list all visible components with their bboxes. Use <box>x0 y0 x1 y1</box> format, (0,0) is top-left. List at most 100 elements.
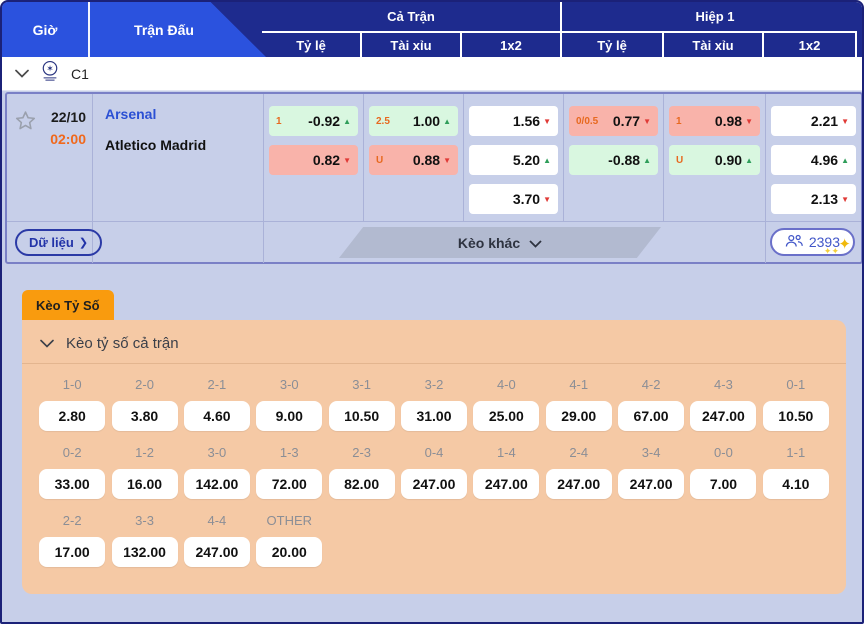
data-button[interactable]: Dữ liệu ❯ <box>15 229 102 256</box>
score-odds-button[interactable]: 31.00 <box>401 401 467 431</box>
odds-column-half-overunder: 10.98▼ U0.90▲ <box>664 94 766 221</box>
sparkle-star-icon: ✦ <box>838 237 851 252</box>
odds-cell-half-1x2-row1[interactable]: 2.21▼ <box>771 106 856 136</box>
score-odds-button[interactable]: 16.00 <box>112 469 178 499</box>
score-odds-button[interactable]: 82.00 <box>329 469 395 499</box>
score-odds-button[interactable]: 33.00 <box>39 469 105 499</box>
viewer-count-badge[interactable]: 2393 ✦ ✦✦ <box>770 228 855 256</box>
league-logo-icon: ✶ <box>40 60 60 87</box>
tab-correct-score[interactable]: Kèo Tỷ Số <box>22 290 114 320</box>
score-odds-button[interactable]: 3.80 <box>112 401 178 431</box>
up-arrow-icon: ▲ <box>841 156 849 165</box>
home-team-name[interactable]: Arsenal <box>105 107 253 121</box>
column-header-time[interactable]: Giờ <box>2 2 90 57</box>
score-label: 1-2 <box>135 445 154 460</box>
score-label: 4-4 <box>208 513 227 528</box>
odds-value: -0.88 <box>608 152 640 168</box>
column-header-match[interactable]: Trận Đấu <box>90 2 266 57</box>
up-arrow-icon: ▲ <box>745 156 753 165</box>
odds-cell-half-handicap-row1[interactable]: 0/0.50.77▼ <box>569 106 658 136</box>
score-label: 1-3 <box>280 445 299 460</box>
odds-cell-full-overunder-row2[interactable]: U0.88▼ <box>369 145 458 175</box>
score-odds-button[interactable]: 17.00 <box>39 537 105 567</box>
match-time-cell: 22/10 02:00 <box>7 94 93 221</box>
odds-column-half-1x2: 2.21▼ 4.96▲ 2.13▼ <box>766 94 861 221</box>
odds-cell-full-overunder-row1[interactable]: 2.51.00▲ <box>369 106 458 136</box>
down-arrow-icon: ▼ <box>841 195 849 204</box>
score-odds-item: 0-4 247.00 <box>398 440 470 508</box>
odds-column-half-handicap: 0/0.50.77▼ -0.88▲ <box>564 94 664 221</box>
score-odds-button[interactable]: 247.00 <box>546 469 612 499</box>
score-odds-button[interactable]: 247.00 <box>473 469 539 499</box>
score-odds-button[interactable]: 10.50 <box>763 401 829 431</box>
score-odds-button[interactable]: 247.00 <box>184 537 250 567</box>
league-row[interactable]: ✶ C1 <box>2 57 862 91</box>
down-arrow-icon: ▼ <box>343 156 351 165</box>
score-odds-item: OTHER 20.00 <box>253 508 325 576</box>
score-label: 4-1 <box>569 377 588 392</box>
score-odds-button[interactable]: 4.60 <box>184 401 250 431</box>
score-label: 1-4 <box>497 445 516 460</box>
score-odds-button[interactable]: 9.00 <box>256 401 322 431</box>
odds-cell-half-1x2-row3[interactable]: 2.13▼ <box>771 184 856 214</box>
score-odds-button[interactable]: 2.80 <box>39 401 105 431</box>
column-group-full-match: Cả Trận <box>262 2 562 31</box>
odds-cell-half-overunder-row1[interactable]: 10.98▼ <box>669 106 760 136</box>
score-label: 3-4 <box>642 445 661 460</box>
more-odds-label: Kèo khác <box>458 235 520 251</box>
favorite-star-icon[interactable] <box>13 109 38 221</box>
chevron-down-icon[interactable] <box>40 335 54 352</box>
away-team-name[interactable]: Atletico Madrid <box>105 138 253 152</box>
score-odds-button[interactable]: 20.00 <box>256 537 322 567</box>
score-odds-item: 3-4 247.00 <box>615 440 687 508</box>
score-label: 2-4 <box>569 445 588 460</box>
odds-cell-full-1x2-row3[interactable]: 3.70▼ <box>469 184 558 214</box>
match-date: 22/10 <box>50 107 86 129</box>
odds-cell-half-overunder-row2[interactable]: U0.90▲ <box>669 145 760 175</box>
score-odds-item: 1-0 2.80 <box>36 372 108 440</box>
score-odds-button[interactable]: 25.00 <box>473 401 539 431</box>
odds-cell-full-1x2-row1[interactable]: 1.56▼ <box>469 106 558 136</box>
score-odds-button[interactable]: 67.00 <box>618 401 684 431</box>
score-odds-button[interactable]: 29.00 <box>546 401 612 431</box>
odds-cell-half-1x2-row2[interactable]: 4.96▲ <box>771 145 856 175</box>
handicap-label: 0/0.5 <box>576 116 598 127</box>
header-left-tab: Giờ Trận Đấu <box>2 2 266 57</box>
score-odds-button[interactable]: 7.00 <box>690 469 756 499</box>
subcol-half-overunder: Tài xỉu <box>664 33 764 57</box>
score-odds-button[interactable]: 142.00 <box>184 469 250 499</box>
odds-cell-half-handicap-row2[interactable]: -0.88▲ <box>569 145 658 175</box>
odds-cell-full-handicap-row1[interactable]: 1-0.92▲ <box>269 106 358 136</box>
teams-cell[interactable]: Arsenal Atletico Madrid <box>93 94 264 221</box>
score-odds-item: 1-2 16.00 <box>108 440 180 508</box>
divider <box>765 222 766 263</box>
chevron-down-icon[interactable] <box>15 65 29 83</box>
score-odds-button[interactable]: 4.10 <box>763 469 829 499</box>
score-odds-button[interactable]: 247.00 <box>401 469 467 499</box>
score-label: OTHER <box>267 513 313 528</box>
down-arrow-icon: ▼ <box>643 117 651 126</box>
odds-cell-full-1x2-row2[interactable]: 5.20▲ <box>469 145 558 175</box>
score-odds-button[interactable]: 72.00 <box>256 469 322 499</box>
score-label: 2-1 <box>208 377 227 392</box>
score-odds-button[interactable]: 132.00 <box>112 537 178 567</box>
score-odds-item: 4-025.00 <box>470 372 542 440</box>
down-arrow-icon: ▼ <box>745 117 753 126</box>
score-label: 0-4 <box>425 445 444 460</box>
score-odds-button[interactable]: 10.50 <box>329 401 395 431</box>
correct-score-panel-header[interactable]: Kèo tỷ số cả trận <box>22 320 846 364</box>
score-label: 2-2 <box>63 513 82 528</box>
score-label: 4-2 <box>642 377 661 392</box>
match-actions-row: Dữ liệu ❯ Kèo khác 2393 <box>7 221 861 262</box>
score-odds-item: 3-231.00 <box>398 372 470 440</box>
score-odds-button[interactable]: 247.00 <box>618 469 684 499</box>
score-odds-item: 2-1 4.60 <box>181 372 253 440</box>
odds-cell-full-handicap-row2[interactable]: 0.82▼ <box>269 145 358 175</box>
score-label: 3-1 <box>352 377 371 392</box>
score-odds-item: 3-3132.00 <box>108 508 180 576</box>
score-label: 1-0 <box>63 377 82 392</box>
score-odds-item: 2-2 17.00 <box>36 508 108 576</box>
more-odds-button[interactable]: Kèo khác <box>339 227 661 258</box>
score-odds-button[interactable]: 247.00 <box>690 401 756 431</box>
subcol-full-1x2: 1x2 <box>462 33 562 57</box>
